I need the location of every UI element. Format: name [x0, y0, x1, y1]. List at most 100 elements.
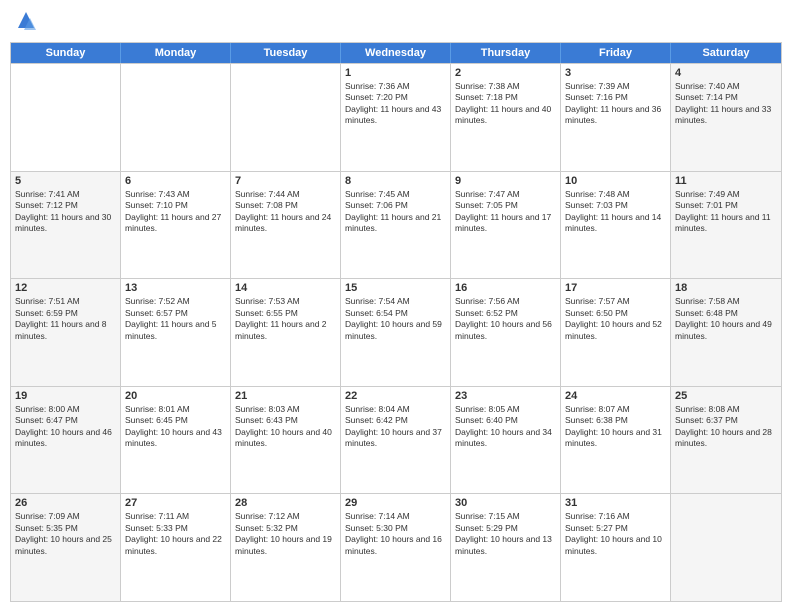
day-number: 3 [565, 67, 666, 79]
calendar-cell: 23 Sunrise: 8:05 AM Sunset: 6:40 PM Dayli… [451, 387, 561, 494]
header-day-saturday: Saturday [671, 43, 781, 63]
day-number: 29 [345, 497, 446, 509]
calendar-cell: 6Sunrise: 7:43 AM Sunset: 7:10 PM Daylig… [121, 172, 231, 279]
cell-sun-info: Sunrise: 7:49 AM Sunset: 7:01 PM Dayligh… [675, 189, 777, 235]
day-number: 15 [345, 282, 446, 294]
calendar-cell: 24 Sunrise: 8:07 AM Sunset: 6:38 PM Dayli… [561, 387, 671, 494]
calendar-body: 1 Sunrise: 7:36 AM Sunset: 7:20 PM Daylig… [11, 63, 781, 601]
cell-sun-info: Sunrise: 7:45 AM Sunset: 7:06 PM Dayligh… [345, 189, 446, 235]
cell-sun-info: Sunrise: 7:58 AM Sunset: 6:48 PM Dayligh… [675, 296, 777, 342]
calendar-cell: 21 Sunrise: 8:03 AM Sunset: 6:43 PM Dayli… [231, 387, 341, 494]
cell-sun-info: Sunrise: 8:08 AM Sunset: 6:37 PM Dayligh… [675, 404, 777, 450]
day-number: 9 [455, 175, 556, 187]
day-number: 30 [455, 497, 556, 509]
day-number: 25 [675, 390, 777, 402]
header [10, 10, 782, 34]
calendar-cell: 28Sunrise: 7:12 AM Sunset: 5:32 PM Dayli… [231, 494, 341, 601]
cell-sun-info: Sunrise: 7:14 AM Sunset: 5:30 PM Dayligh… [345, 511, 446, 557]
cell-sun-info: Sunrise: 8:04 AM Sunset: 6:42 PM Dayligh… [345, 404, 446, 450]
day-number: 12 [15, 282, 116, 294]
cell-sun-info: Sunrise: 7:43 AM Sunset: 7:10 PM Dayligh… [125, 189, 226, 235]
cell-sun-info: Sunrise: 8:00 AM Sunset: 6:47 PM Dayligh… [15, 404, 116, 450]
cell-sun-info: Sunrise: 7:11 AM Sunset: 5:33 PM Dayligh… [125, 511, 226, 557]
logo [14, 10, 42, 34]
calendar-cell: 22 Sunrise: 8:04 AM Sunset: 6:42 PM Dayli… [341, 387, 451, 494]
day-number: 2 [455, 67, 556, 79]
header-day-monday: Monday [121, 43, 231, 63]
cell-sun-info: Sunrise: 7:47 AM Sunset: 7:05 PM Dayligh… [455, 189, 556, 235]
day-number: 27 [125, 497, 226, 509]
cell-sun-info: Sunrise: 7:39 AM Sunset: 7:16 PM Dayligh… [565, 81, 666, 127]
cell-sun-info: Sunrise: 8:01 AM Sunset: 6:45 PM Dayligh… [125, 404, 226, 450]
calendar-cell: 17 Sunrise: 7:57 AM Sunset: 6:50 PM Dayli… [561, 279, 671, 386]
cell-sun-info: Sunrise: 8:07 AM Sunset: 6:38 PM Dayligh… [565, 404, 666, 450]
day-number: 16 [455, 282, 556, 294]
calendar-page: SundayMondayTuesdayWednesdayThursdayFrid… [0, 0, 792, 612]
day-number: 19 [15, 390, 116, 402]
calendar: SundayMondayTuesdayWednesdayThursdayFrid… [10, 42, 782, 602]
cell-sun-info: Sunrise: 7:38 AM Sunset: 7:18 PM Dayligh… [455, 81, 556, 127]
header-day-wednesday: Wednesday [341, 43, 451, 63]
calendar-cell: 20 Sunrise: 8:01 AM Sunset: 6:45 PM Dayli… [121, 387, 231, 494]
calendar-cell: 10 Sunrise: 7:48 AM Sunset: 7:03 PM Dayli… [561, 172, 671, 279]
cell-sun-info: Sunrise: 8:03 AM Sunset: 6:43 PM Dayligh… [235, 404, 336, 450]
day-number: 23 [455, 390, 556, 402]
day-number: 17 [565, 282, 666, 294]
day-number: 10 [565, 175, 666, 187]
calendar-cell: 3 Sunrise: 7:39 AM Sunset: 7:16 PM Daylig… [561, 64, 671, 171]
cell-sun-info: Sunrise: 7:52 AM Sunset: 6:57 PM Dayligh… [125, 296, 226, 342]
cell-sun-info: Sunrise: 7:15 AM Sunset: 5:29 PM Dayligh… [455, 511, 556, 557]
cell-sun-info: Sunrise: 7:51 AM Sunset: 6:59 PM Dayligh… [15, 296, 116, 342]
cell-sun-info: Sunrise: 7:54 AM Sunset: 6:54 PM Dayligh… [345, 296, 446, 342]
day-number: 13 [125, 282, 226, 294]
header-day-thursday: Thursday [451, 43, 561, 63]
day-number: 4 [675, 67, 777, 79]
cell-sun-info: Sunrise: 7:12 AM Sunset: 5:32 PM Dayligh… [235, 511, 336, 557]
cell-sun-info: Sunrise: 7:53 AM Sunset: 6:55 PM Dayligh… [235, 296, 336, 342]
calendar-cell: 25 Sunrise: 8:08 AM Sunset: 6:37 PM Dayli… [671, 387, 781, 494]
calendar-cell: 30 Sunrise: 7:15 AM Sunset: 5:29 PM Dayli… [451, 494, 561, 601]
calendar-cell: 26 Sunrise: 7:09 AM Sunset: 5:35 PM Dayli… [11, 494, 121, 601]
day-number: 20 [125, 390, 226, 402]
calendar-cell: 4 Sunrise: 7:40 AM Sunset: 7:14 PM Daylig… [671, 64, 781, 171]
cell-sun-info: Sunrise: 7:48 AM Sunset: 7:03 PM Dayligh… [565, 189, 666, 235]
calendar-cell [11, 64, 121, 171]
header-day-sunday: Sunday [11, 43, 121, 63]
calendar-cell: 16 Sunrise: 7:56 AM Sunset: 6:52 PM Dayli… [451, 279, 561, 386]
calendar-cell: 13 Sunrise: 7:52 AM Sunset: 6:57 PM Dayli… [121, 279, 231, 386]
day-number: 1 [345, 67, 446, 79]
day-number: 14 [235, 282, 336, 294]
calendar-cell: 27 Sunrise: 7:11 AM Sunset: 5:33 PM Dayli… [121, 494, 231, 601]
day-number: 26 [15, 497, 116, 509]
calendar-row-5: 26 Sunrise: 7:09 AM Sunset: 5:35 PM Dayli… [11, 493, 781, 601]
calendar-cell: 8 Sunrise: 7:45 AM Sunset: 7:06 PM Daylig… [341, 172, 451, 279]
calendar-cell: 11Sunrise: 7:49 AM Sunset: 7:01 PM Dayli… [671, 172, 781, 279]
cell-sun-info: Sunrise: 7:16 AM Sunset: 5:27 PM Dayligh… [565, 511, 666, 557]
day-number: 24 [565, 390, 666, 402]
cell-sun-info: Sunrise: 7:56 AM Sunset: 6:52 PM Dayligh… [455, 296, 556, 342]
calendar-cell: 1 Sunrise: 7:36 AM Sunset: 7:20 PM Daylig… [341, 64, 451, 171]
day-number: 22 [345, 390, 446, 402]
calendar-cell: 2 Sunrise: 7:38 AM Sunset: 7:18 PM Daylig… [451, 64, 561, 171]
day-number: 21 [235, 390, 336, 402]
calendar-cell: 9 Sunrise: 7:47 AM Sunset: 7:05 PM Daylig… [451, 172, 561, 279]
calendar-cell [121, 64, 231, 171]
calendar-row-1: 1 Sunrise: 7:36 AM Sunset: 7:20 PM Daylig… [11, 63, 781, 171]
calendar-cell [671, 494, 781, 601]
cell-sun-info: Sunrise: 7:57 AM Sunset: 6:50 PM Dayligh… [565, 296, 666, 342]
calendar-cell: 29 Sunrise: 7:14 AM Sunset: 5:30 PM Dayli… [341, 494, 451, 601]
logo-icon [14, 10, 38, 34]
cell-sun-info: Sunrise: 7:40 AM Sunset: 7:14 PM Dayligh… [675, 81, 777, 127]
day-number: 8 [345, 175, 446, 187]
calendar-cell: 7Sunrise: 7:44 AM Sunset: 7:08 PM Daylig… [231, 172, 341, 279]
day-number: 31 [565, 497, 666, 509]
cell-sun-info: Sunrise: 7:09 AM Sunset: 5:35 PM Dayligh… [15, 511, 116, 557]
cell-sun-info: Sunrise: 7:36 AM Sunset: 7:20 PM Dayligh… [345, 81, 446, 127]
header-day-friday: Friday [561, 43, 671, 63]
calendar-cell: 14 Sunrise: 7:53 AM Sunset: 6:55 PM Dayli… [231, 279, 341, 386]
cell-sun-info: Sunrise: 8:05 AM Sunset: 6:40 PM Dayligh… [455, 404, 556, 450]
header-day-tuesday: Tuesday [231, 43, 341, 63]
cell-sun-info: Sunrise: 7:41 AM Sunset: 7:12 PM Dayligh… [15, 189, 116, 235]
calendar-cell: 31 Sunrise: 7:16 AM Sunset: 5:27 PM Dayli… [561, 494, 671, 601]
calendar-cell: 19 Sunrise: 8:00 AM Sunset: 6:47 PM Dayli… [11, 387, 121, 494]
